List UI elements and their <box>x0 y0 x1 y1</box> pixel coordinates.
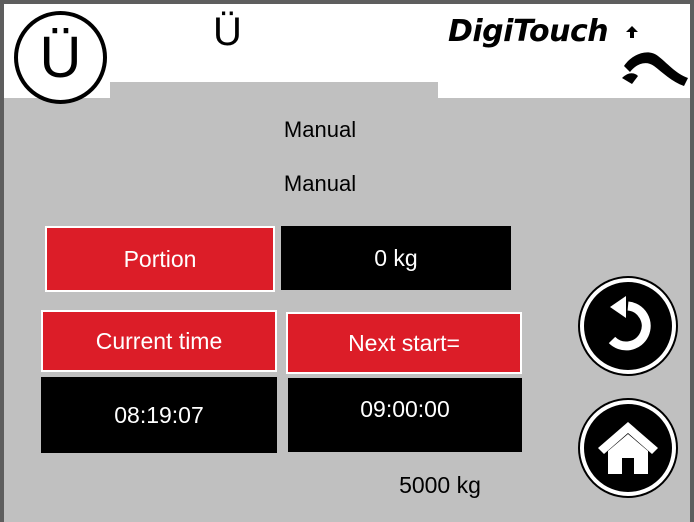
digitouch-logo: DigiTouch <box>448 8 688 94</box>
umlaut-circle-button[interactable]: Ü <box>14 11 107 104</box>
current-time-label: Current time <box>41 310 277 372</box>
logo-hand-icon <box>622 26 688 86</box>
mode-text-secondary: Manual <box>283 171 357 196</box>
back-arrow-icon <box>608 296 651 351</box>
portion-value-field[interactable]: 0 kg <box>281 226 511 290</box>
back-button[interactable] <box>580 278 676 374</box>
current-time-value: 08:19:07 <box>41 377 277 453</box>
next-start-value-field[interactable]: 09:00:00 <box>288 378 522 452</box>
umlaut-circle-label: Ü <box>39 24 82 90</box>
next-start-label: Next start= <box>286 312 522 374</box>
umlaut-label: Ü <box>213 10 242 54</box>
mode-text-primary: Manual <box>283 117 357 142</box>
weight-readout: 5000 kg <box>399 472 481 498</box>
home-button[interactable] <box>580 400 676 496</box>
home-icon <box>598 422 658 474</box>
portion-label: Portion <box>45 226 275 292</box>
logo-text: DigiTouch <box>448 14 609 49</box>
